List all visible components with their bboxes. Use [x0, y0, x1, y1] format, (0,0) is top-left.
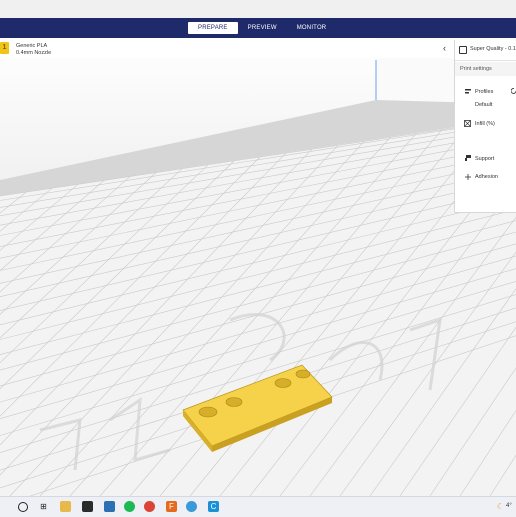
spotify-icon[interactable] — [124, 501, 135, 512]
profiles-label: Profiles — [475, 89, 494, 95]
weather-icon[interactable]: ☾ — [495, 501, 506, 512]
foxit-icon[interactable]: F — [166, 501, 177, 512]
chrome-icon[interactable] — [144, 501, 155, 512]
print-settings-title: Print settings — [460, 66, 492, 72]
support-label[interactable]: Support — [475, 156, 494, 162]
windows-taskbar: ⊞ F C ☾ 4° — [0, 496, 516, 517]
quality-selector[interactable]: Super Quality - 0.1 — [455, 40, 516, 61]
material-bar: 1 Generic PLA 0.4mm Nozzle ‹ — [0, 40, 454, 58]
app-blue-icon[interactable] — [186, 501, 197, 512]
weather-temp: 4° — [506, 503, 512, 509]
search-circle-icon[interactable] — [18, 502, 28, 512]
adhesion-icon — [465, 174, 471, 180]
infill-label[interactable]: Infill (%) — [475, 121, 495, 127]
extruder-icon[interactable]: 1 — [0, 42, 9, 54]
window-top-strip — [0, 0, 516, 18]
build-plate-scene — [0, 38, 516, 496]
reset-icon[interactable] — [511, 88, 516, 94]
store-icon[interactable] — [82, 501, 93, 512]
3d-viewport[interactable] — [0, 38, 516, 496]
print-settings-header: Print settings — [455, 62, 516, 76]
nozzle-size[interactable]: 0.4mm Nozzle — [16, 50, 51, 56]
tab-prepare[interactable]: PREPARE — [188, 22, 238, 34]
support-icon — [465, 155, 471, 161]
sliders-icon — [459, 46, 467, 54]
material-name[interactable]: Generic PLA — [16, 43, 47, 49]
chevron-left-icon[interactable]: ‹ — [443, 43, 446, 53]
profiles-icon — [465, 89, 471, 94]
print-settings-panel: Super Quality - 0.1 Print settings Profi… — [454, 40, 516, 213]
stage-tabs: PREPARE PREVIEW MONITOR — [188, 22, 336, 34]
infill-icon — [464, 120, 471, 127]
tab-preview[interactable]: PREVIEW — [238, 22, 287, 34]
tab-monitor[interactable]: MONITOR — [287, 22, 337, 34]
cura-icon[interactable]: C — [208, 501, 219, 512]
stage-header: PREPARE PREVIEW MONITOR — [0, 18, 516, 38]
file-explorer-icon[interactable] — [60, 501, 71, 512]
profile-value[interactable]: Default — [475, 102, 492, 108]
task-view-icon[interactable]: ⊞ — [38, 501, 49, 512]
quality-label: Super Quality - 0.1 — [470, 46, 516, 52]
adhesion-label[interactable]: Adhesion — [475, 174, 498, 180]
mail-icon[interactable] — [104, 501, 115, 512]
